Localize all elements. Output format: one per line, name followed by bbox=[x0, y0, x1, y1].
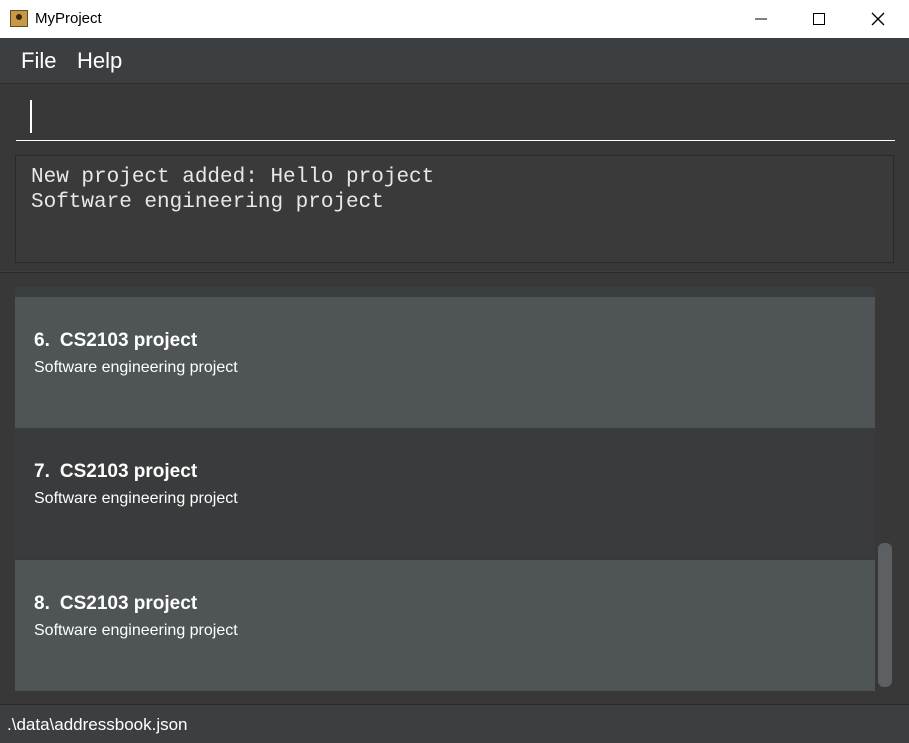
result-display[interactable]: New project added: Hello project Softwar… bbox=[15, 155, 894, 263]
title-bar: MyProject bbox=[0, 0, 909, 39]
project-card-title: 6. CS2103 project bbox=[34, 330, 197, 352]
minimize-icon bbox=[755, 18, 767, 20]
scrollbar-thumb[interactable] bbox=[878, 543, 892, 687]
minimize-button[interactable] bbox=[738, 0, 784, 38]
menu-bar: File Help bbox=[0, 38, 909, 82]
close-button[interactable] bbox=[855, 0, 901, 38]
maximize-icon bbox=[813, 13, 825, 25]
project-card-title: 8. CS2103 project bbox=[34, 593, 197, 615]
address-book-icon bbox=[10, 10, 28, 27]
project-description: Software engineering project bbox=[34, 622, 238, 639]
project-description: Software engineering project bbox=[34, 490, 238, 507]
maximize-button[interactable] bbox=[796, 0, 842, 38]
menu-file[interactable]: File bbox=[21, 48, 56, 74]
menu-help[interactable]: Help bbox=[77, 48, 122, 74]
project-card[interactable]: 8. CS2103 project Software engineering pr… bbox=[15, 560, 875, 691]
project-name: CS2103 project bbox=[59, 593, 198, 614]
project-name: CS2103 project bbox=[59, 330, 198, 351]
project-card[interactable]: 7. CS2103 project Software engineering pr… bbox=[15, 428, 875, 559]
project-name: CS2103 project bbox=[59, 461, 198, 482]
window-title: MyProject bbox=[35, 10, 102, 27]
status-bar: .\data\addressbook.json bbox=[0, 704, 909, 743]
project-index: 6. bbox=[34, 330, 50, 351]
close-icon bbox=[871, 12, 885, 26]
project-card[interactable]: 6. CS2103 project Software engineering pr… bbox=[15, 297, 875, 428]
text-caret bbox=[30, 100, 32, 133]
project-description: Software engineering project bbox=[34, 359, 238, 376]
result-display-container: New project added: Hello project Softwar… bbox=[0, 149, 909, 271]
command-input[interactable] bbox=[16, 91, 895, 141]
project-card-title: 7. CS2103 project bbox=[34, 461, 197, 483]
project-index: 7. bbox=[34, 461, 50, 482]
project-list[interactable]: 6. CS2103 project Software engineering pr… bbox=[0, 272, 909, 705]
list-item-partial bbox=[15, 287, 875, 297]
save-location-path: .\data\addressbook.json bbox=[7, 715, 188, 734]
project-index: 8. bbox=[34, 593, 50, 614]
command-box-container bbox=[0, 83, 909, 150]
